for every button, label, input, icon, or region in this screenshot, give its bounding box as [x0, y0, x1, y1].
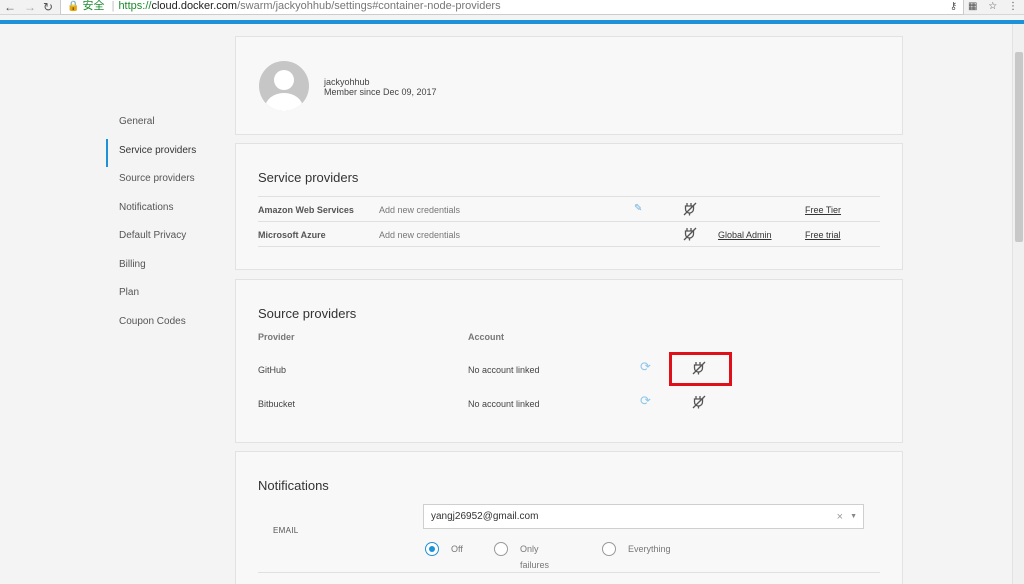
translate-icon[interactable]: ▦	[968, 1, 977, 12]
add-credentials-link[interactable]: Add new credentials	[379, 197, 460, 223]
scrollbar-thumb[interactable]	[1015, 52, 1023, 242]
provider-name: Amazon Web Services	[258, 205, 354, 215]
email-value: yangj26952@gmail.com	[431, 511, 539, 522]
unplug-icon[interactable]	[683, 202, 697, 219]
secure-label: 安全	[82, 0, 105, 12]
address-separator: |	[111, 0, 115, 12]
global-admin-link[interactable]: Global Admin	[718, 222, 772, 248]
sidebar-item-default-privacy[interactable]: Default Privacy	[106, 224, 226, 253]
free-tier-link[interactable]: Free Tier	[805, 197, 841, 223]
divider	[258, 572, 880, 573]
source-providers-title: Source providers	[258, 306, 357, 321]
account-status: No account linked	[468, 365, 540, 375]
sidebar-item-source-providers[interactable]: Source providers	[106, 167, 226, 196]
provider-name: Microsoft Azure	[258, 230, 326, 240]
profile-member-since: Member since Dec 09, 2017	[324, 87, 437, 97]
sidebar-item-coupon-codes[interactable]: Coupon Codes	[106, 310, 226, 339]
highlight-box	[669, 352, 732, 386]
sidebar-item-general[interactable]: General	[106, 110, 226, 139]
add-credentials-link[interactable]: Add new credentials	[379, 222, 460, 248]
account-column-header: Account	[468, 332, 504, 342]
email-label: EMAIL	[273, 526, 299, 535]
url-host: cloud.docker.com	[151, 0, 238, 12]
table-row: Amazon Web Services Add new credentials …	[258, 196, 880, 222]
radio-button-icon	[425, 542, 439, 556]
back-button[interactable]: ←	[4, 0, 16, 15]
address-bar[interactable]: 🔒 安全 | https://cloud.docker.com/swarm/jac…	[60, 0, 964, 15]
reload-button[interactable]: ↻	[43, 0, 53, 15]
header-bar	[0, 20, 1024, 24]
pencil-icon[interactable]: ✎	[634, 203, 642, 214]
settings-sidebar: General Service providers Source provide…	[106, 110, 226, 338]
provider-name-github: GitHub	[258, 365, 287, 375]
free-trial-link[interactable]: Free trial	[805, 222, 841, 248]
lock-icon: 🔒	[67, 1, 80, 12]
unplug-icon[interactable]	[683, 227, 697, 244]
clear-icon[interactable]: ×	[837, 505, 843, 529]
service-providers-title: Service providers	[258, 170, 359, 185]
table-row: Microsoft Azure Add new credentials Glob…	[258, 221, 880, 247]
notifications-title: Notifications	[258, 478, 329, 493]
profile-username: jackyohhub	[324, 77, 370, 87]
notifications-card: Notifications EMAIL yangj26952@gmail.com…	[235, 451, 903, 584]
radio-label: Off	[451, 544, 463, 554]
provider-name-bitbucket: Bitbucket	[258, 399, 296, 409]
browser-toolbar: ← → ↻ 🔒 安全 | https://cloud.docker.com/swa…	[0, 0, 1024, 15]
radio-button-icon	[602, 542, 616, 556]
star-icon[interactable]: ☆	[988, 1, 997, 12]
email-select[interactable]: yangj26952@gmail.com × ▼	[423, 504, 864, 529]
key-icon[interactable]: ⚷	[950, 1, 957, 12]
sidebar-item-plan[interactable]: Plan	[106, 281, 226, 310]
chevron-down-icon[interactable]: ▼	[850, 505, 857, 529]
scrollbar[interactable]	[1012, 24, 1024, 584]
radio-label: Everything	[628, 544, 671, 554]
sidebar-item-service-providers[interactable]: Service providers	[106, 138, 226, 167]
menu-icon[interactable]: ⋮	[1008, 1, 1018, 12]
profile-card: jackyohhub Member since Dec 09, 2017	[235, 36, 903, 135]
source-providers-card: Source providers Provider Account GitHub…	[235, 279, 903, 443]
sidebar-item-billing[interactable]: Billing	[106, 253, 226, 282]
radio-button-icon	[494, 542, 508, 556]
unplug-icon[interactable]	[692, 395, 706, 412]
radio-label: Only failures	[520, 544, 550, 570]
account-status: No account linked	[468, 399, 540, 409]
url-path: /swarm/jackyohhub/settings#container-nod…	[237, 0, 501, 12]
url-scheme: https://	[118, 0, 152, 12]
avatar	[259, 61, 309, 111]
sidebar-item-notifications[interactable]: Notifications	[106, 196, 226, 225]
provider-column-header: Provider	[258, 332, 295, 342]
sync-icon[interactable]: ⟳	[640, 393, 651, 409]
sync-icon[interactable]: ⟳	[640, 359, 651, 375]
forward-button[interactable]: →	[24, 0, 36, 15]
service-providers-card: Service providers Amazon Web Services Ad…	[235, 143, 903, 270]
